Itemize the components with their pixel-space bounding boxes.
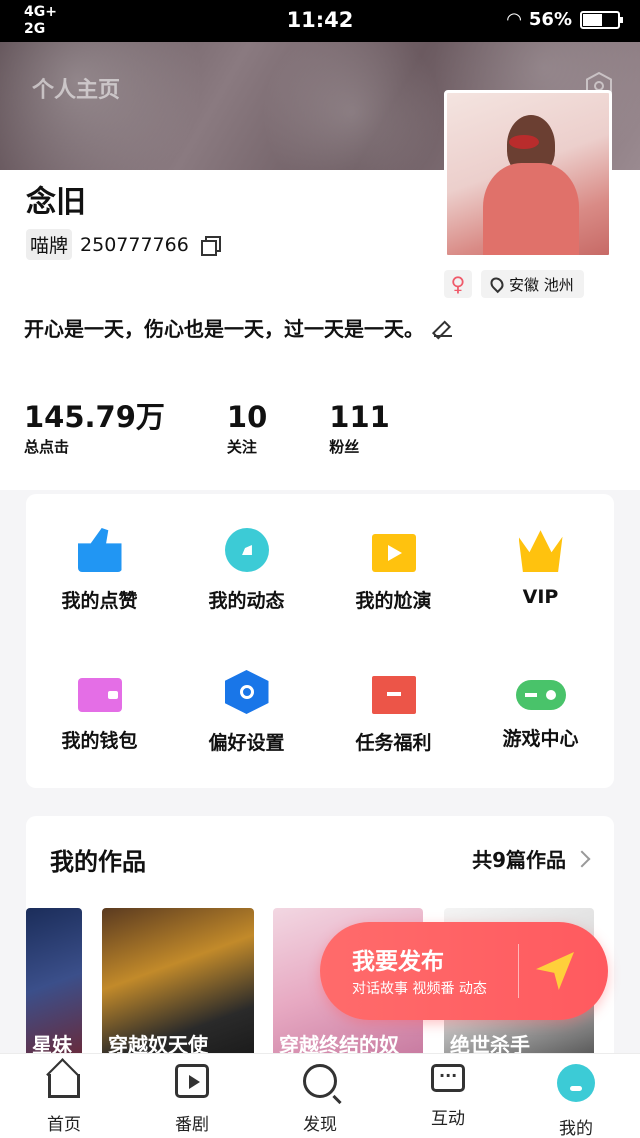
wifi-icon: ◠ — [507, 9, 521, 30]
menu-item-wallet[interactable]: 我的钱包 — [26, 670, 173, 753]
discover-icon — [303, 1064, 337, 1098]
status-bar: 4G+ 2G 11:42 ◠ 56% — [0, 0, 640, 42]
location-pin-icon — [487, 274, 507, 294]
stat-value: 10 — [226, 400, 268, 434]
works-count: 共9篇作品 — [472, 848, 566, 872]
video-clap-icon — [371, 534, 416, 572]
tab-anime[interactable]: 番剧 — [128, 1064, 256, 1135]
menu-item-likes[interactable]: 我的点赞 — [26, 528, 173, 613]
stat-total-clicks[interactable]: 145.79万 总点击 — [24, 400, 165, 457]
menu-label: 我的点赞 — [61, 590, 138, 612]
menu-item-game-center[interactable]: 游戏中心 — [467, 670, 614, 751]
tab-home[interactable]: 首页 — [0, 1064, 128, 1135]
hex-settings-icon — [224, 670, 269, 714]
task-box-icon — [371, 676, 416, 714]
profile-icon — [557, 1064, 595, 1102]
user-id: 250777766 — [80, 233, 189, 256]
menu-label: VIP — [522, 586, 559, 608]
tab-label: 番剧 — [175, 1115, 209, 1135]
menu-item-performances[interactable]: 我的尬演 — [320, 528, 467, 613]
username: 念旧 — [26, 185, 86, 220]
stat-label: 总点击 — [24, 438, 70, 456]
page-title: 个人主页 — [32, 78, 121, 103]
bio: 开心是一天，伤心也是一天，过一天是一天。 — [24, 313, 452, 342]
thumb-up-icon — [77, 528, 122, 572]
play-icon — [175, 1064, 209, 1098]
menu-item-vip[interactable]: VIP — [467, 528, 614, 608]
stat-label: 粉丝 — [329, 438, 360, 456]
paper-plane-icon — [536, 952, 574, 990]
crown-icon — [518, 530, 563, 572]
copy-icon[interactable] — [200, 235, 221, 256]
menu-grid: 我的点赞 我的动态 我的尬演 VIP 我的钱包 偏好设置 任务福利 游戏中心 — [26, 494, 614, 788]
menu-item-tasks[interactable]: 任务福利 — [320, 670, 467, 755]
work-card[interactable]: 星妹 — [26, 908, 82, 1058]
home-icon — [48, 1074, 80, 1098]
stat-value: 145.79万 — [24, 400, 165, 434]
edit-icon[interactable] — [434, 319, 452, 337]
works-title: 我的作品 — [50, 848, 146, 876]
avatar[interactable] — [444, 90, 612, 258]
menu-label: 我的动态 — [208, 590, 285, 612]
wallet-icon — [77, 678, 122, 712]
gamepad-icon — [515, 680, 566, 710]
id-badge: 喵牌 — [26, 229, 73, 260]
menu-item-preferences[interactable]: 偏好设置 — [173, 670, 320, 755]
gender-female-icon: ♀ — [444, 270, 472, 298]
bottom-tab-bar: 首页 番剧 发现 互动 我的 — [0, 1053, 640, 1138]
works-count-link[interactable]: 共9篇作品 — [472, 844, 591, 873]
divider — [518, 944, 519, 998]
stat-fans[interactable]: 111 粉丝 — [329, 400, 390, 457]
chevron-right-icon — [573, 850, 591, 867]
chat-icon — [431, 1064, 465, 1092]
location-text: 安徽 池州 — [509, 275, 574, 294]
stat-value: 111 — [329, 400, 390, 434]
publish-title: 我要发布 — [352, 949, 444, 975]
compass-icon — [224, 528, 269, 572]
battery-icon — [580, 10, 623, 29]
tab-label: 首页 — [47, 1115, 81, 1135]
tab-discover[interactable]: 发现 — [256, 1064, 384, 1135]
publish-subtitle: 对话故事 视频番 动态 — [352, 981, 487, 997]
location-badge: 安徽 池州 — [481, 270, 584, 298]
tab-label: 发现 — [303, 1115, 337, 1135]
stat-following[interactable]: 10 关注 — [227, 400, 267, 457]
publish-button[interactable]: 我要发布 对话故事 视频番 动态 — [320, 922, 608, 1020]
menu-item-dynamics[interactable]: 我的动态 — [173, 528, 320, 613]
menu-label: 我的钱包 — [61, 730, 138, 752]
menu-label: 任务福利 — [355, 732, 432, 754]
tab-label: 互动 — [431, 1109, 465, 1129]
tab-mine[interactable]: 我的 — [512, 1064, 640, 1138]
stat-label: 关注 — [226, 438, 257, 456]
bio-text: 开心是一天，伤心也是一天，过一天是一天。 — [24, 317, 424, 341]
work-card[interactable]: 穿越奴天使 — [102, 908, 254, 1058]
user-id-row: 喵牌 250777766 — [26, 229, 221, 260]
menu-label: 偏好设置 — [208, 732, 285, 754]
tab-interact[interactable]: 互动 — [384, 1064, 512, 1129]
stats-row: 145.79万 总点击 10 关注 111 粉丝 — [24, 400, 452, 457]
tab-label: 我的 — [559, 1119, 593, 1138]
battery-percent: 56% — [528, 9, 572, 30]
menu-label: 游戏中心 — [502, 728, 579, 750]
menu-label: 我的尬演 — [355, 590, 432, 612]
